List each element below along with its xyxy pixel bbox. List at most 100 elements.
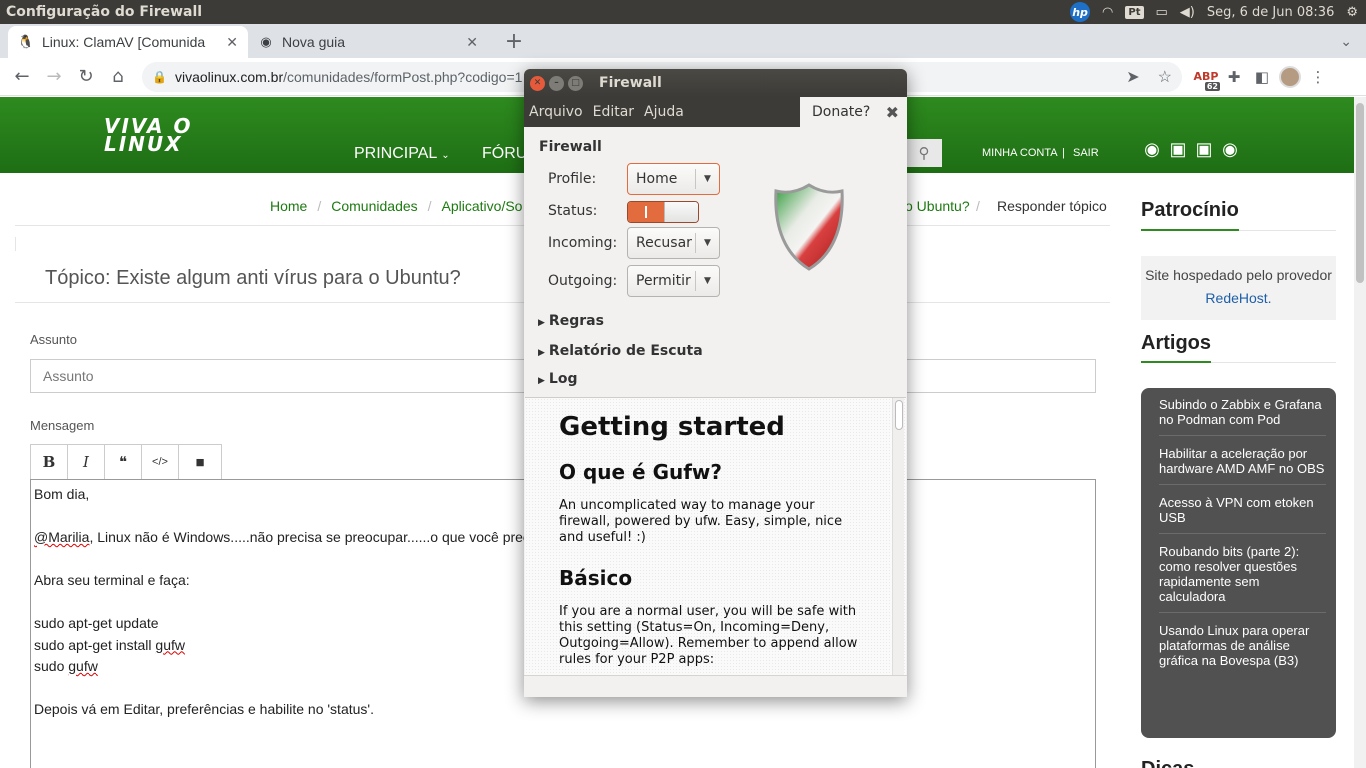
volume-icon[interactable]: ◀) <box>1180 5 1195 20</box>
panel-indicators: hp ◠ Pt ▭ ◀) Seg, 6 de Jun 08:36 ⚙ <box>1070 2 1366 22</box>
article-link[interactable]: Roubando bits (parte 2): como resolver q… <box>1159 541 1326 613</box>
outgoing-select[interactable]: Permitir ▼ <box>627 265 720 297</box>
rss-icon[interactable]: ◉ <box>1142 139 1162 159</box>
expander-relatorio[interactable]: ▶ Relatório de Escuta <box>538 343 703 359</box>
window-minimize-icon[interactable]: – <box>549 75 564 91</box>
expand-triangle-icon: ▶ <box>538 376 545 386</box>
lock-icon[interactable]: 🔒 <box>152 70 167 84</box>
menu-arquivo[interactable]: Arquivo <box>524 104 588 120</box>
dropdown-arrow-icon: ▼ <box>695 169 719 189</box>
page-title: Tópico: Existe algum anti vírus para o U… <box>45 267 461 289</box>
incoming-select[interactable]: Recusar ▼ <box>627 227 720 259</box>
menu-editar[interactable]: Editar <box>588 104 639 120</box>
article-link[interactable]: Subindo o Zabbix e Grafana no Podman com… <box>1159 394 1326 436</box>
forward-button[interactable]: → <box>38 61 70 93</box>
window-maximize-icon[interactable]: □ <box>568 75 583 91</box>
sponsor-box: Site hospedado pelo provedor RedeHost. <box>1141 256 1336 320</box>
bookmark-star-icon[interactable]: ☆ <box>1158 67 1172 87</box>
sair-link[interactable]: SAIR <box>1073 147 1099 159</box>
sponsor-text: Site hospedado pelo provedor <box>1145 267 1332 283</box>
send-icon[interactable]: ➤ <box>1126 67 1139 87</box>
adblock-badge: 62 <box>1204 81 1220 91</box>
logo-line2: LINUX <box>104 132 183 156</box>
status-toggle[interactable] <box>627 201 699 223</box>
donate-link[interactable]: Donate? <box>812 104 870 120</box>
help-scrollbar[interactable] <box>892 398 904 675</box>
keyboard-layout-indicator[interactable]: Pt <box>1125 5 1144 19</box>
close-tab-icon[interactable]: ✕ <box>226 34 238 51</box>
expander-label: Regras <box>548 313 604 329</box>
window-close-icon[interactable]: ✕ <box>530 75 545 91</box>
outgoing-value: Permitir <box>636 273 691 289</box>
video-button[interactable]: ■ <box>179 445 221 479</box>
reload-button[interactable]: ↻ <box>70 61 102 93</box>
tab-clamav[interactable]: 🐧 Linux: ClamAV [Comunida ✕ <box>8 26 248 58</box>
social-links: ◉ ▣ ▣ ◉ <box>1142 139 1240 159</box>
side-panel-icon[interactable]: ◧ <box>1248 63 1276 91</box>
scrollbar-thumb[interactable] <box>895 400 903 430</box>
scrollbar-thumb[interactable] <box>1356 103 1364 283</box>
menu-bar: Arquivo Editar Ajuda Donate? ✖ <box>524 97 907 127</box>
home-button[interactable]: ⌂ <box>102 61 134 93</box>
clock[interactable]: Seg, 6 de Jun 08:36 <box>1207 5 1334 20</box>
message-text: sudo apt-get install <box>34 636 156 653</box>
adblock-extension-icon[interactable]: ABP 62 <box>1192 63 1220 91</box>
back-button[interactable]: ← <box>6 61 38 93</box>
quote-button[interactable]: ❝ <box>105 445 142 479</box>
breadcrumb-sep: / <box>317 198 322 214</box>
profile-avatar[interactable] <box>1276 63 1304 91</box>
firewall-section-title: Firewall <box>539 139 602 155</box>
articles-list: Subindo o Zabbix e Grafana no Podman com… <box>1141 388 1336 738</box>
nav-forum[interactable]: FÓRU <box>482 145 527 163</box>
new-tab-button[interactable]: + <box>500 27 528 55</box>
site-logo[interactable]: VIVA O LINUX <box>104 116 192 156</box>
close-donate-icon[interactable]: ✖ <box>886 103 899 122</box>
expander-log[interactable]: ▶ Log <box>538 371 577 387</box>
chrome-menu-icon[interactable]: ⋮ <box>1304 63 1332 91</box>
mention-user: @Marilia <box>34 529 90 545</box>
profile-select[interactable]: Home ▼ <box>627 163 720 195</box>
menu-ajuda[interactable]: Ajuda <box>639 104 689 120</box>
nav-principal[interactable]: PRINCIPAL ⌄ <box>354 145 450 163</box>
status-label: Status: <box>548 203 598 219</box>
profile-value: Home <box>636 171 678 187</box>
breadcrumb-comunidades[interactable]: Comunidades <box>331 198 417 214</box>
article-link[interactable]: Habilitar a aceleração por hardware AMD … <box>1159 443 1326 485</box>
article-link[interactable]: Usando Linux para operar plataformas de … <box>1159 620 1326 676</box>
gear-icon[interactable]: ⚙ <box>1346 5 1358 20</box>
minha-conta-link[interactable]: MINHA CONTA <box>982 147 1058 159</box>
page-scrollbar[interactable] <box>1354 97 1366 768</box>
wifi-icon[interactable]: ◠ <box>1102 5 1113 20</box>
twitter-icon[interactable]: ▣ <box>1194 139 1214 159</box>
telegram-icon[interactable]: ◉ <box>1220 139 1240 159</box>
expander-regras[interactable]: ▶ Regras <box>538 313 604 329</box>
battery-icon[interactable]: ▭ <box>1156 5 1168 20</box>
expander-label: Relatório de Escuta <box>548 343 703 359</box>
breadcrumb-topic[interactable]: o Ubuntu? <box>905 198 970 214</box>
message-line: Depois vá em Editar, preferências e habi… <box>34 701 374 717</box>
extensions-puzzle-icon[interactable]: ✚ <box>1220 63 1248 91</box>
hp-indicator-icon[interactable]: hp <box>1070 2 1091 22</box>
window-titlebar[interactable]: ✕ – □ Firewall <box>524 69 907 97</box>
breadcrumb-aplicativo[interactable]: Aplicativo/So <box>442 198 523 214</box>
article-link[interactable]: Acesso à VPN com etoken USB <box>1159 492 1326 534</box>
sponsor-link[interactable]: RedeHost. <box>1205 290 1271 306</box>
help-panel[interactable]: Getting started O que é Gufw? An uncompl… <box>525 397 906 675</box>
status-bar <box>524 675 907 697</box>
italic-button[interactable]: I <box>68 445 105 479</box>
message-text: , Linux não é Windows.....não precisa se… <box>89 529 530 545</box>
tab-new-tab[interactable]: ◉ Nova guia ✕ <box>248 26 488 58</box>
close-tab-icon[interactable]: ✕ <box>466 34 478 51</box>
window-title: Firewall <box>599 75 662 91</box>
tab-search-chevron-icon[interactable]: ⌄ <box>1340 34 1352 50</box>
message-text: gufw <box>68 658 98 674</box>
breadcrumb-home[interactable]: Home <box>270 198 307 214</box>
tab-strip: 🐧 Linux: ClamAV [Comunida ✕ ◉ Nova guia … <box>0 24 1366 58</box>
breadcrumb-sep: / <box>976 198 980 214</box>
search-icon[interactable]: ⚲ <box>906 139 942 167</box>
sponsor-heading: Patrocínio <box>1141 199 1239 221</box>
shield-icon <box>774 183 844 271</box>
code-button[interactable]: </> <box>142 445 179 479</box>
bold-button[interactable]: B <box>31 445 68 479</box>
facebook-icon[interactable]: ▣ <box>1168 139 1188 159</box>
